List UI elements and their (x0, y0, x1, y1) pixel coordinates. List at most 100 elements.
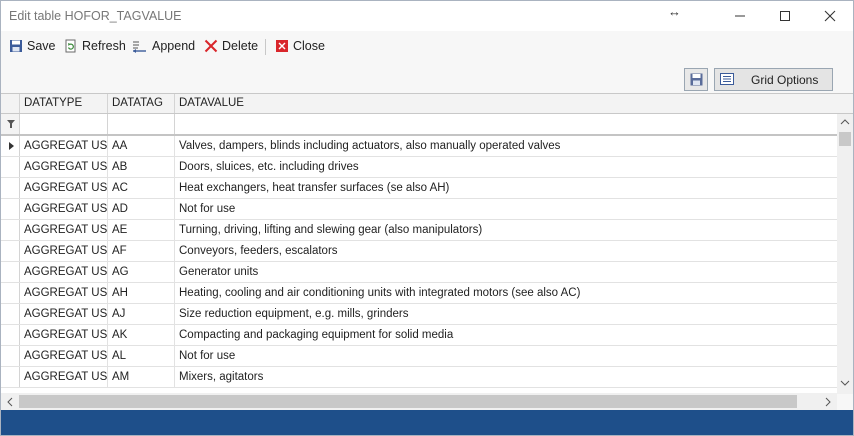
refresh-button[interactable]: Refresh (64, 37, 126, 55)
column-header-datatag[interactable]: DATATAG (108, 94, 175, 113)
cell-datatype[interactable]: AGGREGAT US (20, 262, 108, 282)
cell-datatag[interactable]: AH (108, 283, 175, 303)
cell-datatag[interactable]: AL (108, 346, 175, 366)
row-indicator[interactable] (1, 199, 20, 219)
column-header-datatype[interactable]: DATATYPE (20, 94, 108, 113)
data-grid: DATATYPE DATATAG DATAVALUE AGGREGAT US AA… (1, 93, 853, 394)
row-indicator[interactable] (1, 241, 20, 261)
grid-options-button[interactable]: Grid Options (714, 68, 833, 91)
horizontal-scroll-thumb[interactable] (19, 395, 797, 408)
cell-datatag[interactable]: AE (108, 220, 175, 240)
minimize-button[interactable] (717, 1, 763, 31)
filter-icon (7, 120, 15, 128)
cell-datatype[interactable]: AGGREGAT US (20, 136, 108, 156)
append-button[interactable]: Append (132, 37, 195, 55)
cell-datatype[interactable]: AGGREGAT US (20, 346, 108, 366)
cell-datatype[interactable]: AGGREGAT US (20, 241, 108, 261)
refresh-label: Refresh (82, 39, 126, 53)
cell-datatag[interactable]: AB (108, 157, 175, 177)
cell-datavalue[interactable]: Size reduction equipment, e.g. mills, gr… (175, 304, 837, 324)
table-row[interactable]: AGGREGAT US AA Valves, dampers, blinds inc… (1, 136, 837, 157)
title-bar[interactable]: Edit table HOFOR_TAGVALUE ↔ (1, 1, 853, 31)
cell-datavalue[interactable]: Compacting and packaging equipment for s… (175, 325, 837, 345)
cell-datatag[interactable]: AJ (108, 304, 175, 324)
cell-datavalue[interactable]: Doors, sluices, etc. including drives (175, 157, 837, 177)
row-indicator[interactable] (1, 304, 20, 324)
toolbar-separator (265, 39, 266, 55)
cell-datavalue[interactable]: Conveyors, feeders, escalators (175, 241, 837, 261)
cell-datatype[interactable]: AGGREGAT US (20, 199, 108, 219)
floppy-save-icon (690, 73, 702, 86)
cell-datatype[interactable]: AGGREGAT US (20, 157, 108, 177)
cell-datavalue[interactable]: Mixers, agitators (175, 367, 837, 387)
scroll-left-icon[interactable] (6, 397, 13, 407)
cell-datatype[interactable]: AGGREGAT US (20, 283, 108, 303)
table-row[interactable]: AGGREGAT US AE Turning, driving, lifting a… (1, 220, 837, 241)
cell-datatype[interactable]: AGGREGAT US (20, 304, 108, 324)
filter-cell-datavalue[interactable] (175, 114, 837, 134)
table-row[interactable]: AGGREGAT US AJ Size reduction equipment, e… (1, 304, 837, 325)
cell-datavalue[interactable]: Not for use (175, 346, 837, 366)
scroll-right-icon[interactable] (825, 397, 832, 407)
cell-datavalue[interactable]: Turning, driving, lifting and slewing ge… (175, 220, 837, 240)
horizontal-scrollbar[interactable] (1, 393, 837, 410)
table-row[interactable]: AGGREGAT US AL Not for use (1, 346, 837, 367)
cell-datatag[interactable]: AG (108, 262, 175, 282)
table-row[interactable]: AGGREGAT US AF Conveyors, feeders, escalat… (1, 241, 837, 262)
row-indicator[interactable] (1, 346, 20, 366)
delete-button[interactable]: Delete (204, 37, 258, 55)
close-button[interactable]: Close (275, 37, 325, 55)
save-layout-button[interactable] (684, 68, 708, 91)
window-title: Edit table HOFOR_TAGVALUE (9, 9, 182, 23)
grid-header: DATATYPE DATATAG DATAVALUE (1, 94, 853, 114)
row-indicator[interactable] (1, 283, 20, 303)
row-indicator[interactable] (1, 325, 20, 345)
row-indicator[interactable] (1, 136, 20, 156)
cell-datatag[interactable]: AM (108, 367, 175, 387)
row-indicator[interactable] (1, 220, 20, 240)
cell-datavalue[interactable]: Not for use (175, 199, 837, 219)
save-button[interactable]: Save (9, 37, 56, 55)
scroll-down-icon[interactable] (840, 380, 850, 387)
filter-cell-datatype[interactable] (20, 114, 108, 134)
row-indicator[interactable] (1, 178, 20, 198)
vertical-scroll-thumb[interactable] (839, 132, 851, 146)
cell-datatype[interactable]: AGGREGAT US (20, 367, 108, 387)
row-indicator[interactable] (1, 157, 20, 177)
table-row[interactable]: AGGREGAT US AD Not for use (1, 199, 837, 220)
delete-label: Delete (222, 39, 259, 53)
column-header-datavalue[interactable]: DATAVALUE (175, 94, 837, 113)
close-icon (824, 10, 836, 22)
maximize-icon (780, 11, 790, 21)
vertical-scrollbar[interactable] (837, 114, 853, 394)
cell-datatag[interactable]: AF (108, 241, 175, 261)
cell-datatag[interactable]: AD (108, 199, 175, 219)
cell-datatype[interactable]: AGGREGAT US (20, 220, 108, 240)
current-row-arrow-icon (9, 142, 14, 150)
cell-datavalue[interactable]: Heating, cooling and air conditioning un… (175, 283, 837, 303)
table-row[interactable]: AGGREGAT US AG Generator units (1, 262, 837, 283)
filter-cell-datatag[interactable] (108, 114, 175, 134)
cell-datatag[interactable]: AK (108, 325, 175, 345)
cell-datavalue[interactable]: Generator units (175, 262, 837, 282)
auto-filter-row (1, 114, 853, 136)
table-row[interactable]: AGGREGAT US AC Heat exchangers, heat trans… (1, 178, 837, 199)
scroll-up-icon[interactable] (840, 118, 850, 125)
cell-datatag[interactable]: AC (108, 178, 175, 198)
cell-datatype[interactable]: AGGREGAT US (20, 178, 108, 198)
row-indicator[interactable] (1, 262, 20, 282)
cell-datatag[interactable]: AA (108, 136, 175, 156)
cell-datavalue[interactable]: Heat exchangers, heat transfer surfaces … (175, 178, 837, 198)
row-indicator[interactable] (1, 367, 20, 387)
table-row[interactable]: AGGREGAT US AB Doors, sluices, etc. includ… (1, 157, 837, 178)
maximize-button[interactable] (762, 1, 808, 31)
floppy-save-icon (10, 40, 22, 52)
delete-x-icon (204, 39, 218, 53)
close-window-button[interactable] (807, 1, 853, 31)
append-rows-icon (133, 41, 146, 53)
cell-datatype[interactable]: AGGREGAT US (20, 325, 108, 345)
table-row[interactable]: AGGREGAT US AK Compacting and packaging eq… (1, 325, 837, 346)
table-row[interactable]: AGGREGAT US AH Heating, cooling and air co… (1, 283, 837, 304)
cell-datavalue[interactable]: Valves, dampers, blinds including actuat… (175, 136, 837, 156)
table-row[interactable]: AGGREGAT US AM Mixers, agitators (1, 367, 837, 388)
